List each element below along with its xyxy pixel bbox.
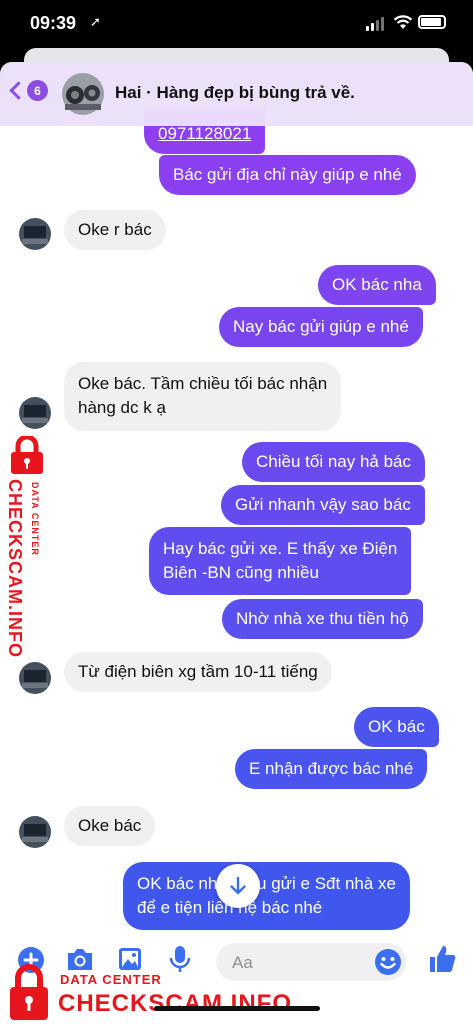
signal-icon bbox=[366, 17, 384, 31]
message-line: OK bác nha. Sau gửi e Sđt nhà xe bbox=[137, 874, 396, 893]
location-icon: ➚ bbox=[90, 14, 101, 29]
scroll-down-arrow-icon bbox=[230, 876, 246, 895]
watermark-bottom: DATA CENTER CHECKSCAM.INFO bbox=[0, 960, 330, 1024]
message-outgoing[interactable]: OK bác nha bbox=[318, 265, 436, 305]
message-outgoing[interactable]: Gửi nhanh vậy sao bác bbox=[221, 485, 425, 525]
chat-title[interactable]: Hai · Hàng đẹp bị bùng trả về. bbox=[115, 83, 355, 103]
lock-icon bbox=[10, 964, 48, 1020]
phone-link[interactable]: 0971128021 bbox=[158, 124, 251, 143]
avatar[interactable] bbox=[19, 397, 51, 429]
message-incoming[interactable]: Oke r bác bbox=[64, 210, 166, 250]
avatar[interactable] bbox=[19, 218, 51, 250]
message-outgoing[interactable]: Bác gửi địa chỉ này giúp e nhé bbox=[159, 155, 416, 195]
message-outgoing[interactable]: E nhận được bác nhé bbox=[235, 749, 428, 789]
chat-sheet: 6 Hai · Hàng đẹp bị bùng trả về. 0971128… bbox=[0, 62, 473, 1024]
battery-icon bbox=[418, 15, 446, 29]
lock-icon bbox=[11, 436, 43, 474]
message-incoming[interactable]: Oke bác. Tầm chiều tối bác nhận hàng dc … bbox=[64, 362, 342, 431]
watermark-side: CHECKSCAM.INFO DATA CENTER bbox=[2, 436, 52, 666]
watermark-brand: CHECKSCAM.INFO bbox=[58, 990, 292, 1017]
back-button[interactable]: 6 bbox=[9, 80, 48, 101]
unread-badge: 6 bbox=[27, 80, 48, 101]
status-bar: 09:39 ➚ bbox=[0, 0, 473, 48]
message-outgoing[interactable]: Chiều tối nay hả bác bbox=[242, 442, 425, 482]
clock: 09:39 bbox=[30, 13, 77, 33]
emoji-icon[interactable] bbox=[374, 948, 402, 976]
message-outgoing[interactable]: Nhờ nhà xe thu tiền hộ bbox=[222, 599, 423, 639]
home-indicator[interactable] bbox=[154, 1006, 320, 1011]
watermark-subtitle: DATA CENTER bbox=[30, 482, 40, 556]
message-line: Hay bác gửi xe. E thấy xe Điện bbox=[163, 539, 398, 558]
message-line: hàng dc k ạ bbox=[78, 398, 166, 417]
chat-header: 6 Hai · Hàng đẹp bị bùng trả về. bbox=[0, 62, 473, 126]
message-line: để e tiện liên hệ bác nhé bbox=[137, 898, 323, 917]
watermark-subtitle: DATA CENTER bbox=[60, 972, 162, 987]
avatar[interactable] bbox=[19, 816, 51, 848]
message-line: Oke bác. Tầm chiều tối bác nhận bbox=[78, 374, 328, 393]
back-chevron-icon bbox=[9, 81, 28, 100]
message-incoming[interactable]: Oke bác bbox=[64, 806, 156, 846]
message-outgoing[interactable]: OK bác nha. Sau gửi e Sđt nhà xe để e ti… bbox=[123, 862, 410, 930]
scroll-to-bottom-button[interactable] bbox=[216, 864, 260, 908]
message-line: Biên -BN cũng nhiều bbox=[163, 563, 319, 582]
avatar[interactable] bbox=[62, 73, 104, 115]
message-outgoing[interactable]: Hay bác gửi xe. E thấy xe Điện Biên -BN … bbox=[149, 527, 412, 595]
message-outgoing[interactable]: OK bác bbox=[354, 707, 439, 747]
message-incoming[interactable]: Từ điện biên xg tầm 10-11 tiếng bbox=[64, 652, 332, 692]
watermark-brand: CHECKSCAM.INFO bbox=[5, 479, 25, 658]
message-outgoing[interactable]: Nay bác gửi giúp e nhé bbox=[219, 307, 423, 347]
like-icon[interactable] bbox=[426, 943, 458, 975]
avatar[interactable] bbox=[19, 662, 51, 694]
wifi-icon bbox=[393, 15, 413, 29]
